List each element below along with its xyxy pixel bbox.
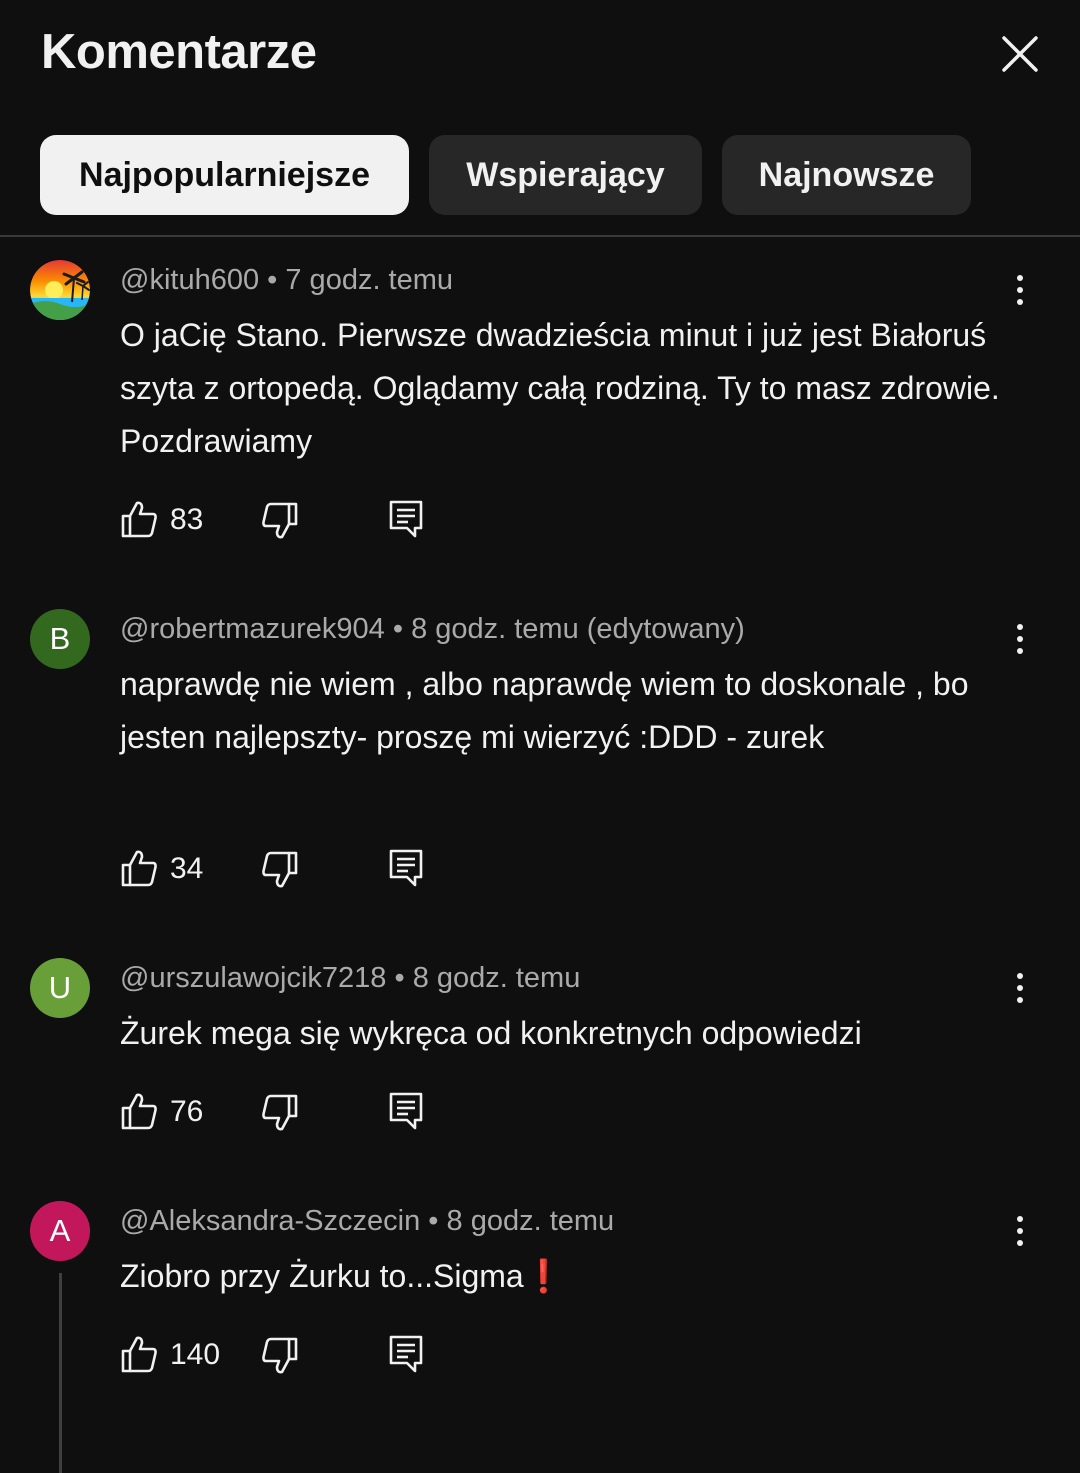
comment-author[interactable]: @robertmazurek904 <box>120 613 385 645</box>
more-vert-icon[interactable] <box>1002 272 1038 308</box>
comment-author[interactable]: @urszulawojcik7218 <box>120 962 386 994</box>
avatar[interactable]: U <box>30 958 90 1018</box>
thumbs-up-icon[interactable] <box>120 1091 158 1131</box>
reply-comment-icon[interactable] <box>388 499 424 539</box>
avatar[interactable]: B <box>30 609 90 669</box>
meta-separator: • <box>428 1205 439 1237</box>
comment-text: Ziobro przy Żurku to...Sigma❗ <box>120 1258 564 1294</box>
comment-time: 7 godz. temu <box>285 264 454 296</box>
comment-meta: @urszulawojcik7218 • 8 godz. temu <box>120 962 580 995</box>
like-count: 34 <box>170 852 204 885</box>
thumbs-up-icon[interactable] <box>120 1334 158 1374</box>
page-title: Komentarze <box>41 25 317 79</box>
comment-text: naprawdę nie wiem , albo naprawdę wiem t… <box>120 666 969 755</box>
meta-separator: • <box>394 962 405 994</box>
avatar-letter: A <box>49 1213 71 1248</box>
comment-meta: @Aleksandra-Szczecin • 8 godz. temu <box>120 1205 614 1238</box>
meta-separator: • <box>392 613 403 645</box>
tropical-sunset-avatar-icon <box>30 260 90 320</box>
comments-header: Komentarze Najpopularniejsze Wspierający… <box>0 0 1080 236</box>
tab-newest[interactable]: Najnowsze <box>722 135 971 215</box>
like-count: 83 <box>170 503 204 536</box>
like-count: 76 <box>170 1095 204 1128</box>
comment-meta: @kituh600 • 7 godz. temu <box>120 264 453 297</box>
more-vert-icon[interactable] <box>1002 970 1038 1006</box>
avatar-letter: U <box>48 970 72 1005</box>
more-vert-icon[interactable] <box>1002 1213 1038 1249</box>
thumbs-down-icon[interactable] <box>261 850 299 890</box>
avatar-letter: B <box>49 621 71 656</box>
thumbs-up-icon[interactable] <box>120 848 158 888</box>
reply-comment-icon[interactable] <box>388 1334 424 1374</box>
comment-meta: @robertmazurek904 • 8 godz. temu (edytow… <box>120 613 745 646</box>
comment-time: 8 godz. temu (edytowany) <box>411 613 745 645</box>
comment-author[interactable]: @Aleksandra-Szczecin <box>120 1205 420 1237</box>
close-icon[interactable] <box>996 30 1044 78</box>
meta-separator: • <box>267 264 278 296</box>
header-divider <box>0 235 1080 237</box>
thumbs-down-icon[interactable] <box>261 1093 299 1133</box>
comment-author[interactable]: @kituh600 <box>120 264 259 296</box>
reply-thread-line <box>59 1273 62 1473</box>
sort-tabs: Najpopularniejsze Wspierający Najnowsze <box>40 135 971 215</box>
avatar[interactable] <box>30 260 90 320</box>
comment-text: Żurek mega się wykręca od konkretnych od… <box>120 1015 862 1051</box>
like-count: 140 <box>170 1338 221 1371</box>
comment-time: 8 godz. temu <box>412 962 581 994</box>
thumbs-down-icon[interactable] <box>261 501 299 541</box>
thumbs-up-icon[interactable] <box>120 499 158 539</box>
avatar[interactable]: A <box>30 1201 90 1261</box>
comment-text: O jaCię Stano. Pierwsze dwadzieścia minu… <box>120 317 1000 459</box>
reply-comment-icon[interactable] <box>388 1091 424 1131</box>
tab-most-popular[interactable]: Najpopularniejsze <box>40 135 409 215</box>
reply-comment-icon[interactable] <box>388 848 424 888</box>
more-vert-icon[interactable] <box>1002 621 1038 657</box>
comment-time: 8 godz. temu <box>446 1205 615 1237</box>
thumbs-down-icon[interactable] <box>261 1336 299 1376</box>
tab-supporting[interactable]: Wspierający <box>429 135 702 215</box>
